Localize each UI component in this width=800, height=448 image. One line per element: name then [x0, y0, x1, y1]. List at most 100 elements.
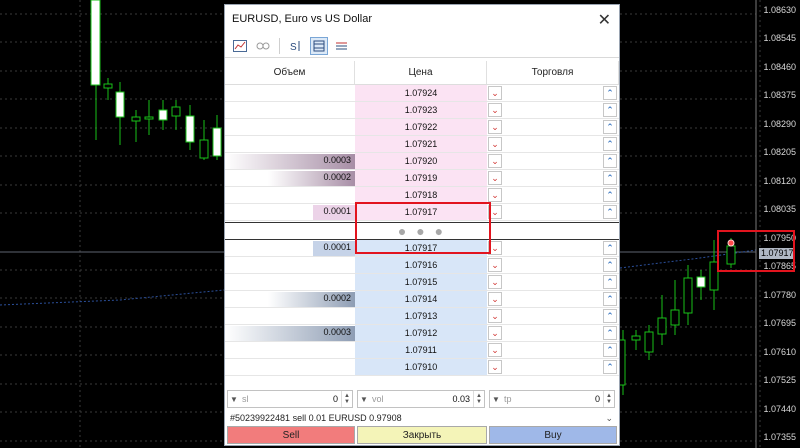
- highlight-best-prices: [355, 202, 491, 254]
- trade-cell: ⌄ ⌃: [487, 240, 619, 256]
- buy-limit-icon[interactable]: ⌃: [603, 275, 617, 289]
- ask-level-row[interactable]: 0.0002 1.07919 ⌄ ⌃: [225, 170, 619, 187]
- trade-cell: ⌄ ⌃: [487, 257, 619, 273]
- buy-limit-icon[interactable]: ⌃: [603, 86, 617, 100]
- action-buttons: Sell Закрыть Buy: [227, 426, 617, 444]
- trade-cell: ⌄ ⌃: [487, 85, 619, 101]
- buy-button[interactable]: Buy: [489, 426, 617, 444]
- trade-cell: ⌄ ⌃: [487, 291, 619, 307]
- sell-limit-icon[interactable]: ⌄: [488, 188, 502, 202]
- sell-limit-icon[interactable]: ⌄: [488, 360, 502, 374]
- volume-field[interactable]: ▼ vol 0.03 ▲ ▼: [357, 390, 485, 408]
- buy-limit-icon[interactable]: ⌃: [603, 171, 617, 185]
- sell-limit-icon[interactable]: ⌄: [488, 258, 502, 272]
- close-icon[interactable]: ✕: [598, 10, 611, 30]
- volume-value[interactable]: 0.03: [452, 394, 473, 404]
- buy-limit-icon[interactable]: ⌃: [603, 103, 617, 117]
- sort-icon[interactable]: S: [287, 37, 305, 55]
- buy-limit-icon[interactable]: ⌃: [603, 292, 617, 306]
- ask-level-row[interactable]: 1.07924 ⌄ ⌃: [225, 85, 619, 102]
- chevron-down-icon[interactable]: ▼: [228, 395, 240, 404]
- volume-cell: 0.0002: [225, 170, 355, 186]
- sell-limit-icon[interactable]: ⌄: [488, 137, 502, 151]
- buy-limit-icon[interactable]: ⌃: [603, 360, 617, 374]
- buy-limit-icon[interactable]: ⌃: [603, 343, 617, 357]
- dom-toolbar: S: [225, 34, 619, 58]
- bid-level-row[interactable]: 1.07915 ⌄ ⌃: [225, 274, 619, 291]
- chevron-down-icon[interactable]: ⌄: [605, 413, 617, 424]
- sl-field[interactable]: ▼ sl 0 ▲ ▼: [227, 390, 353, 408]
- spinner-icon[interactable]: ▲ ▼: [473, 391, 484, 407]
- bid-level-row[interactable]: 0.0003 1.07912 ⌄ ⌃: [225, 325, 619, 342]
- close-position-button[interactable]: Закрыть: [357, 426, 487, 444]
- sell-limit-icon[interactable]: ⌄: [488, 154, 502, 168]
- sell-limit-icon[interactable]: ⌄: [488, 103, 502, 117]
- sell-limit-icon[interactable]: ⌄: [488, 326, 502, 340]
- ask-level-row[interactable]: 1.07923 ⌄ ⌃: [225, 102, 619, 119]
- spinner-icon[interactable]: ▲ ▼: [603, 391, 614, 407]
- bid-level-row[interactable]: 1.07911 ⌄ ⌃: [225, 342, 619, 359]
- price-cell: 1.07920: [355, 153, 487, 169]
- ask-level-row[interactable]: 1.07922 ⌄ ⌃: [225, 119, 619, 136]
- bid-level-row[interactable]: 1.07913 ⌄ ⌃: [225, 308, 619, 325]
- sell-button[interactable]: Sell: [227, 426, 355, 444]
- bid-level-row[interactable]: 0.0002 1.07914 ⌄ ⌃: [225, 291, 619, 308]
- ask-level-row[interactable]: 0.0003 1.07920 ⌄ ⌃: [225, 153, 619, 170]
- buy-limit-icon[interactable]: ⌃: [603, 120, 617, 134]
- open-order-line[interactable]: #50239922481 sell 0.01 EURUSD 0.97908 ⌄: [227, 411, 617, 425]
- volume-value: 0.0002: [323, 172, 351, 182]
- volume-cell: [225, 342, 355, 358]
- buy-limit-icon[interactable]: ⌃: [603, 137, 617, 151]
- buy-limit-icon[interactable]: ⌃: [603, 205, 617, 219]
- price-axis-label: 1.08460: [763, 62, 796, 72]
- chart-icon[interactable]: [231, 37, 249, 55]
- buy-limit-icon[interactable]: ⌃: [603, 309, 617, 323]
- depth-of-market-window: EURUSD, Euro vs US Dollar ✕ S Объем Цена…: [224, 4, 620, 446]
- order-list-icon[interactable]: [333, 37, 351, 55]
- sell-limit-icon[interactable]: ⌄: [488, 292, 502, 306]
- volume-cell: [225, 119, 355, 135]
- sell-limit-icon[interactable]: ⌄: [488, 171, 502, 185]
- ticks-icon[interactable]: [254, 37, 272, 55]
- bid-level-row[interactable]: 1.07916 ⌄ ⌃: [225, 257, 619, 274]
- ask-level-row[interactable]: 1.07921 ⌄ ⌃: [225, 136, 619, 153]
- volume-cell: 0.0003: [225, 153, 355, 169]
- tp-value[interactable]: 0: [595, 394, 603, 404]
- price-axis-label: 1.08035: [763, 204, 796, 214]
- window-titlebar[interactable]: EURUSD, Euro vs US Dollar ✕: [225, 5, 619, 33]
- tp-field[interactable]: ▼ tp 0 ▲ ▼: [489, 390, 615, 408]
- spinner-icon[interactable]: ▲ ▼: [341, 391, 352, 407]
- price-cell: 1.07924: [355, 85, 487, 101]
- volume-cell: [225, 136, 355, 152]
- buy-limit-icon[interactable]: ⌃: [603, 188, 617, 202]
- sell-limit-icon[interactable]: ⌄: [488, 309, 502, 323]
- svg-text:S: S: [290, 42, 297, 52]
- buy-limit-icon[interactable]: ⌃: [603, 258, 617, 272]
- chevron-down-icon[interactable]: ▼: [358, 395, 370, 404]
- dom-header: Объем Цена Торговля: [225, 61, 619, 85]
- price-cell: 1.07914: [355, 291, 487, 307]
- level-view-icon[interactable]: [310, 36, 328, 55]
- price-axis-label: 1.08120: [763, 176, 796, 186]
- sl-value[interactable]: 0: [333, 394, 341, 404]
- trade-cell: ⌄ ⌃: [487, 170, 619, 186]
- sell-limit-icon[interactable]: ⌄: [488, 275, 502, 289]
- sell-limit-icon[interactable]: ⌄: [488, 86, 502, 100]
- sell-limit-icon[interactable]: ⌄: [488, 120, 502, 134]
- buy-limit-icon[interactable]: ⌃: [603, 326, 617, 340]
- chevron-down-icon[interactable]: ▼: [490, 395, 502, 404]
- volume-value: 0.0001: [323, 206, 351, 216]
- price-cell: 1.07910: [355, 359, 487, 375]
- trade-cell: ⌄ ⌃: [487, 204, 619, 220]
- volume-column-header[interactable]: Объем: [225, 61, 355, 84]
- volume-cell: 0.0001: [225, 240, 355, 256]
- buy-limit-icon[interactable]: ⌃: [603, 241, 617, 255]
- bid-level-row[interactable]: 1.07910 ⌄ ⌃: [225, 359, 619, 376]
- price-cell: 1.07912: [355, 325, 487, 341]
- buy-limit-icon[interactable]: ⌃: [603, 154, 617, 168]
- sell-limit-icon[interactable]: ⌄: [488, 343, 502, 357]
- order-text: #50239922481 sell 0.01 EURUSD 0.97908: [230, 413, 402, 423]
- volume-cell: [225, 308, 355, 324]
- price-column-header[interactable]: Цена: [355, 61, 487, 84]
- trade-column-header[interactable]: Торговля: [487, 61, 619, 84]
